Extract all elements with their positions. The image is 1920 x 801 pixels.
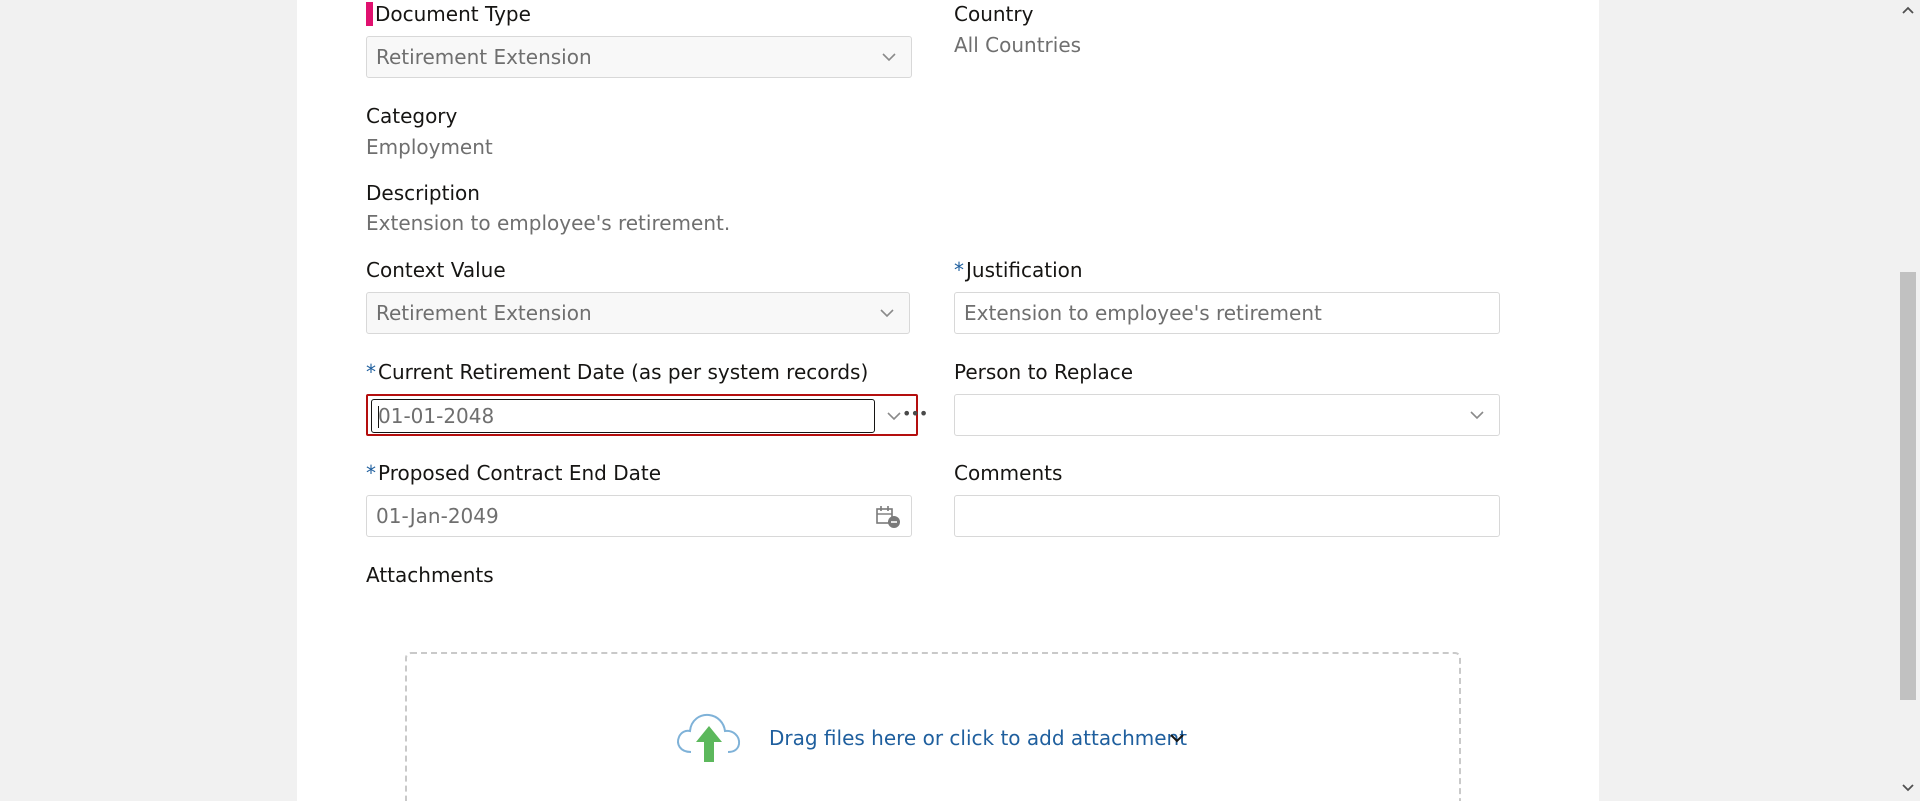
attachments-label: Attachments bbox=[366, 563, 494, 587]
category-label: Category bbox=[366, 104, 458, 128]
scrollbar-thumb[interactable] bbox=[1900, 272, 1916, 700]
current-retirement-date-value: 01-01-2048 bbox=[378, 404, 495, 428]
current-retirement-date-input[interactable]: 01-01-2048 bbox=[371, 399, 875, 433]
category-value: Employment bbox=[366, 135, 493, 159]
attachment-dropzone[interactable]: Drag files here or click to add attachme… bbox=[405, 652, 1461, 801]
current-retirement-date-label: * Current Retirement Date (as per system … bbox=[366, 360, 869, 384]
description-value: Extension to employee's retirement. bbox=[366, 211, 731, 235]
text-caret bbox=[378, 406, 379, 428]
current-retirement-date-field[interactable]: 01-01-2048 ••• bbox=[366, 394, 928, 436]
cloud-upload-icon bbox=[677, 713, 741, 762]
document-type-select[interactable]: Retirement Extension bbox=[366, 36, 912, 78]
chevron-down-icon bbox=[1470, 411, 1484, 420]
document-type-label: Document Type bbox=[366, 2, 531, 26]
chevron-down-icon bbox=[882, 53, 896, 62]
chevron-down-icon[interactable] bbox=[1169, 732, 1185, 744]
proposed-contract-end-date-value: 01-Jan-2049 bbox=[376, 504, 499, 528]
comments-input[interactable] bbox=[954, 495, 1500, 537]
context-value-label: Context Value bbox=[366, 258, 506, 282]
chevron-up-icon[interactable] bbox=[1902, 6, 1914, 14]
justification-input[interactable]: Extension to employee's retirement bbox=[954, 292, 1500, 334]
chevron-down-icon bbox=[880, 309, 894, 318]
chevron-down-icon[interactable] bbox=[886, 410, 902, 422]
person-to-replace-select[interactable] bbox=[954, 394, 1500, 436]
comments-label: Comments bbox=[954, 461, 1063, 485]
justification-label: * Justification bbox=[954, 258, 1083, 282]
context-value-select[interactable]: Retirement Extension bbox=[366, 292, 910, 334]
vertical-scrollbar[interactable] bbox=[1896, 0, 1920, 801]
chevron-down-icon[interactable] bbox=[1902, 784, 1914, 792]
required-marker bbox=[366, 2, 373, 26]
justification-value: Extension to employee's retirement bbox=[964, 301, 1322, 325]
person-to-replace-label: Person to Replace bbox=[954, 360, 1134, 384]
document-type-value: Retirement Extension bbox=[376, 45, 592, 69]
proposed-contract-end-date-label: * Proposed Contract End Date bbox=[366, 461, 661, 485]
more-icon[interactable]: ••• bbox=[902, 404, 928, 423]
country-value: All Countries bbox=[954, 33, 1082, 57]
drop-text-link[interactable]: Drag files here or click to add attachme… bbox=[769, 726, 1187, 750]
proposed-contract-end-date-input[interactable]: 01-Jan-2049 bbox=[366, 495, 912, 537]
country-label: Country bbox=[954, 2, 1034, 26]
context-value-value: Retirement Extension bbox=[376, 301, 592, 325]
description-label: Description bbox=[366, 181, 480, 205]
calendar-icon[interactable] bbox=[875, 505, 901, 529]
